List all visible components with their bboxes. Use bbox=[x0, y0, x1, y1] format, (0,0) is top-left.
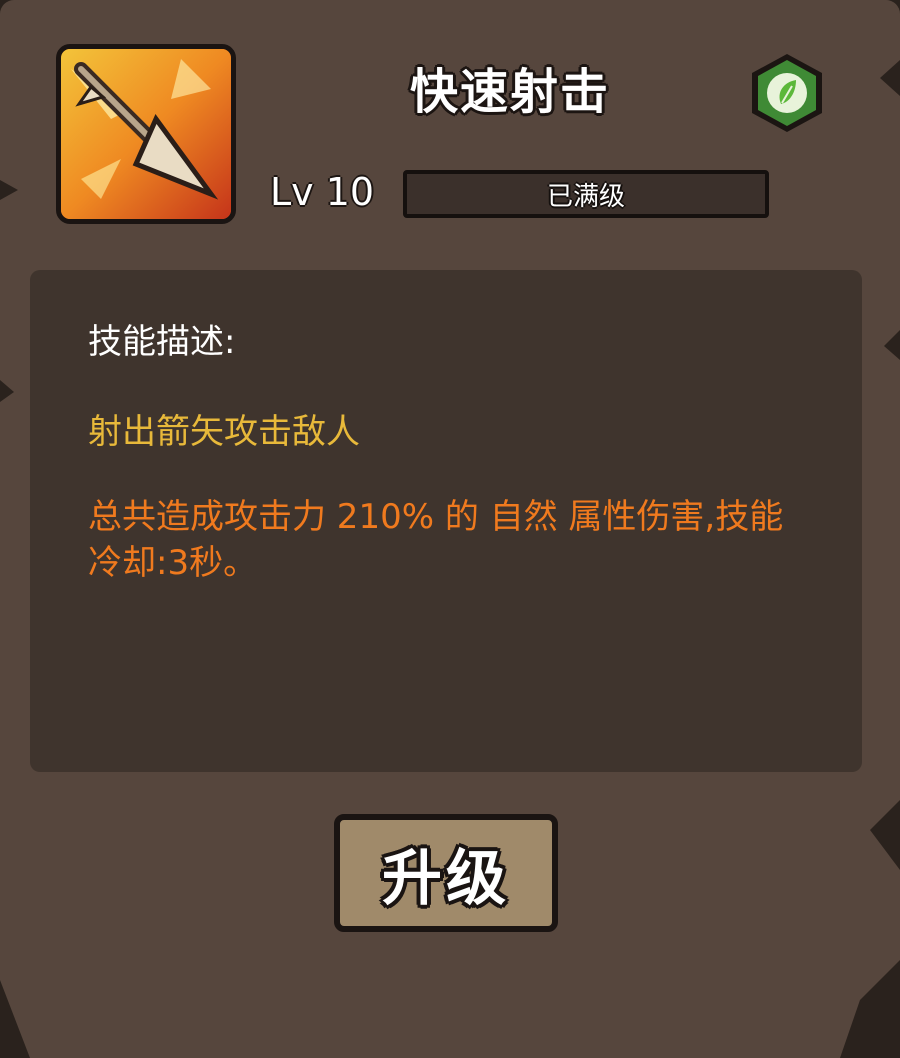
description-heading: 技能描述: bbox=[88, 322, 236, 362]
skill-title: 快速射击 bbox=[409, 64, 610, 120]
upgrade-button-label: 升级 bbox=[382, 843, 510, 914]
description-detail: 总共造成攻击力 210% 的 自然 属性伤害,技能冷却:3秒。 bbox=[88, 497, 784, 583]
level-status-text: 已满级 bbox=[546, 181, 625, 212]
upgrade-button[interactable]: 升级 bbox=[334, 814, 558, 932]
skill-detail-panel: 快速射击 Lv 10 已满级 技能描述: 射出箭矢攻击敌人 总共造成攻击力 21… bbox=[0, 0, 900, 1058]
skill-level-label: Lv 10 bbox=[270, 170, 375, 214]
level-progress-bar: 已满级 bbox=[403, 170, 769, 218]
skill-description-box: 技能描述: 射出箭矢攻击敌人 总共造成攻击力 210% 的 自然 属性伤害,技能… bbox=[30, 270, 862, 772]
description-summary: 射出箭矢攻击敌人 bbox=[88, 412, 360, 452]
arrow-fire-skill-icon bbox=[56, 44, 236, 224]
nature-leaf-icon bbox=[752, 54, 822, 132]
